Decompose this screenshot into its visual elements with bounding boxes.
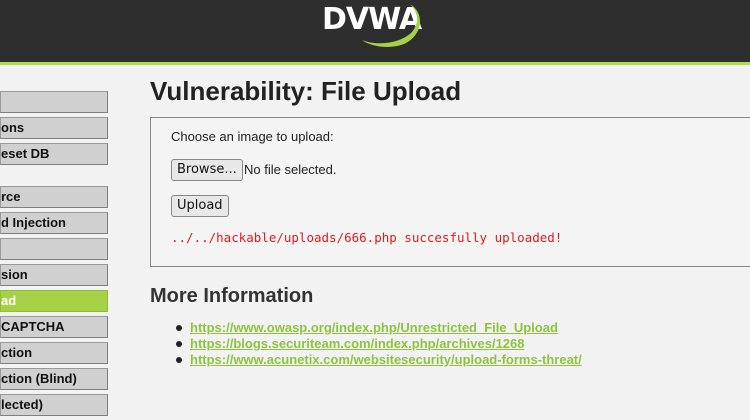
bullet-icon — [176, 325, 182, 331]
securiteam-link[interactable]: https://blogs.securiteam.com/index.php/a… — [190, 336, 525, 351]
dvwa-logo[interactable]: DVWA — [318, 0, 430, 56]
menu-item[interactable] — [0, 91, 108, 113]
menu-item-insecure-captcha[interactable]: CAPTCHA — [0, 316, 108, 338]
menu-item-xss-reflected[interactable]: lected) — [0, 394, 108, 416]
menu-item-reset-db[interactable]: eset DB — [0, 143, 108, 165]
upload-form-box: Choose an image to upload: Browse... No … — [150, 117, 750, 267]
upload-result-message: ../../hackable/uploads/666.php succesful… — [171, 230, 563, 245]
menu-item-sql-injection[interactable]: ction — [0, 342, 108, 364]
menu-item[interactable] — [0, 238, 108, 260]
menu-item-file-upload[interactable]: ad — [0, 290, 108, 312]
more-information-heading: More Information — [150, 285, 314, 307]
logo-swoosh-icon — [362, 4, 421, 47]
upload-button[interactable]: Upload — [171, 195, 229, 217]
browse-button[interactable]: Browse... — [171, 159, 243, 181]
file-status-text: No file selected. — [244, 162, 337, 177]
menu-item-source[interactable]: rce — [0, 186, 108, 208]
choose-image-label: Choose an image to upload: — [171, 129, 334, 144]
left-menu: ons eset DB rce d Injection sion ad CAPT… — [0, 65, 110, 420]
bullet-icon — [176, 357, 182, 363]
header-bar: DVWA — [0, 0, 750, 65]
acunetix-link[interactable]: https://www.acunetix.com/websitesecurity… — [190, 352, 582, 367]
menu-item-file-inclusion[interactable]: sion — [0, 264, 108, 286]
bullet-icon — [176, 341, 182, 347]
menu-item[interactable]: ons — [0, 117, 108, 139]
menu-item-sql-injection-blind[interactable]: ction (Blind) — [0, 368, 108, 390]
page-title: Vulnerability: File Upload — [150, 76, 462, 106]
menu-item-command-injection[interactable]: d Injection — [0, 212, 108, 234]
owasp-link[interactable]: https://www.owasp.org/index.php/Unrestri… — [190, 320, 558, 335]
